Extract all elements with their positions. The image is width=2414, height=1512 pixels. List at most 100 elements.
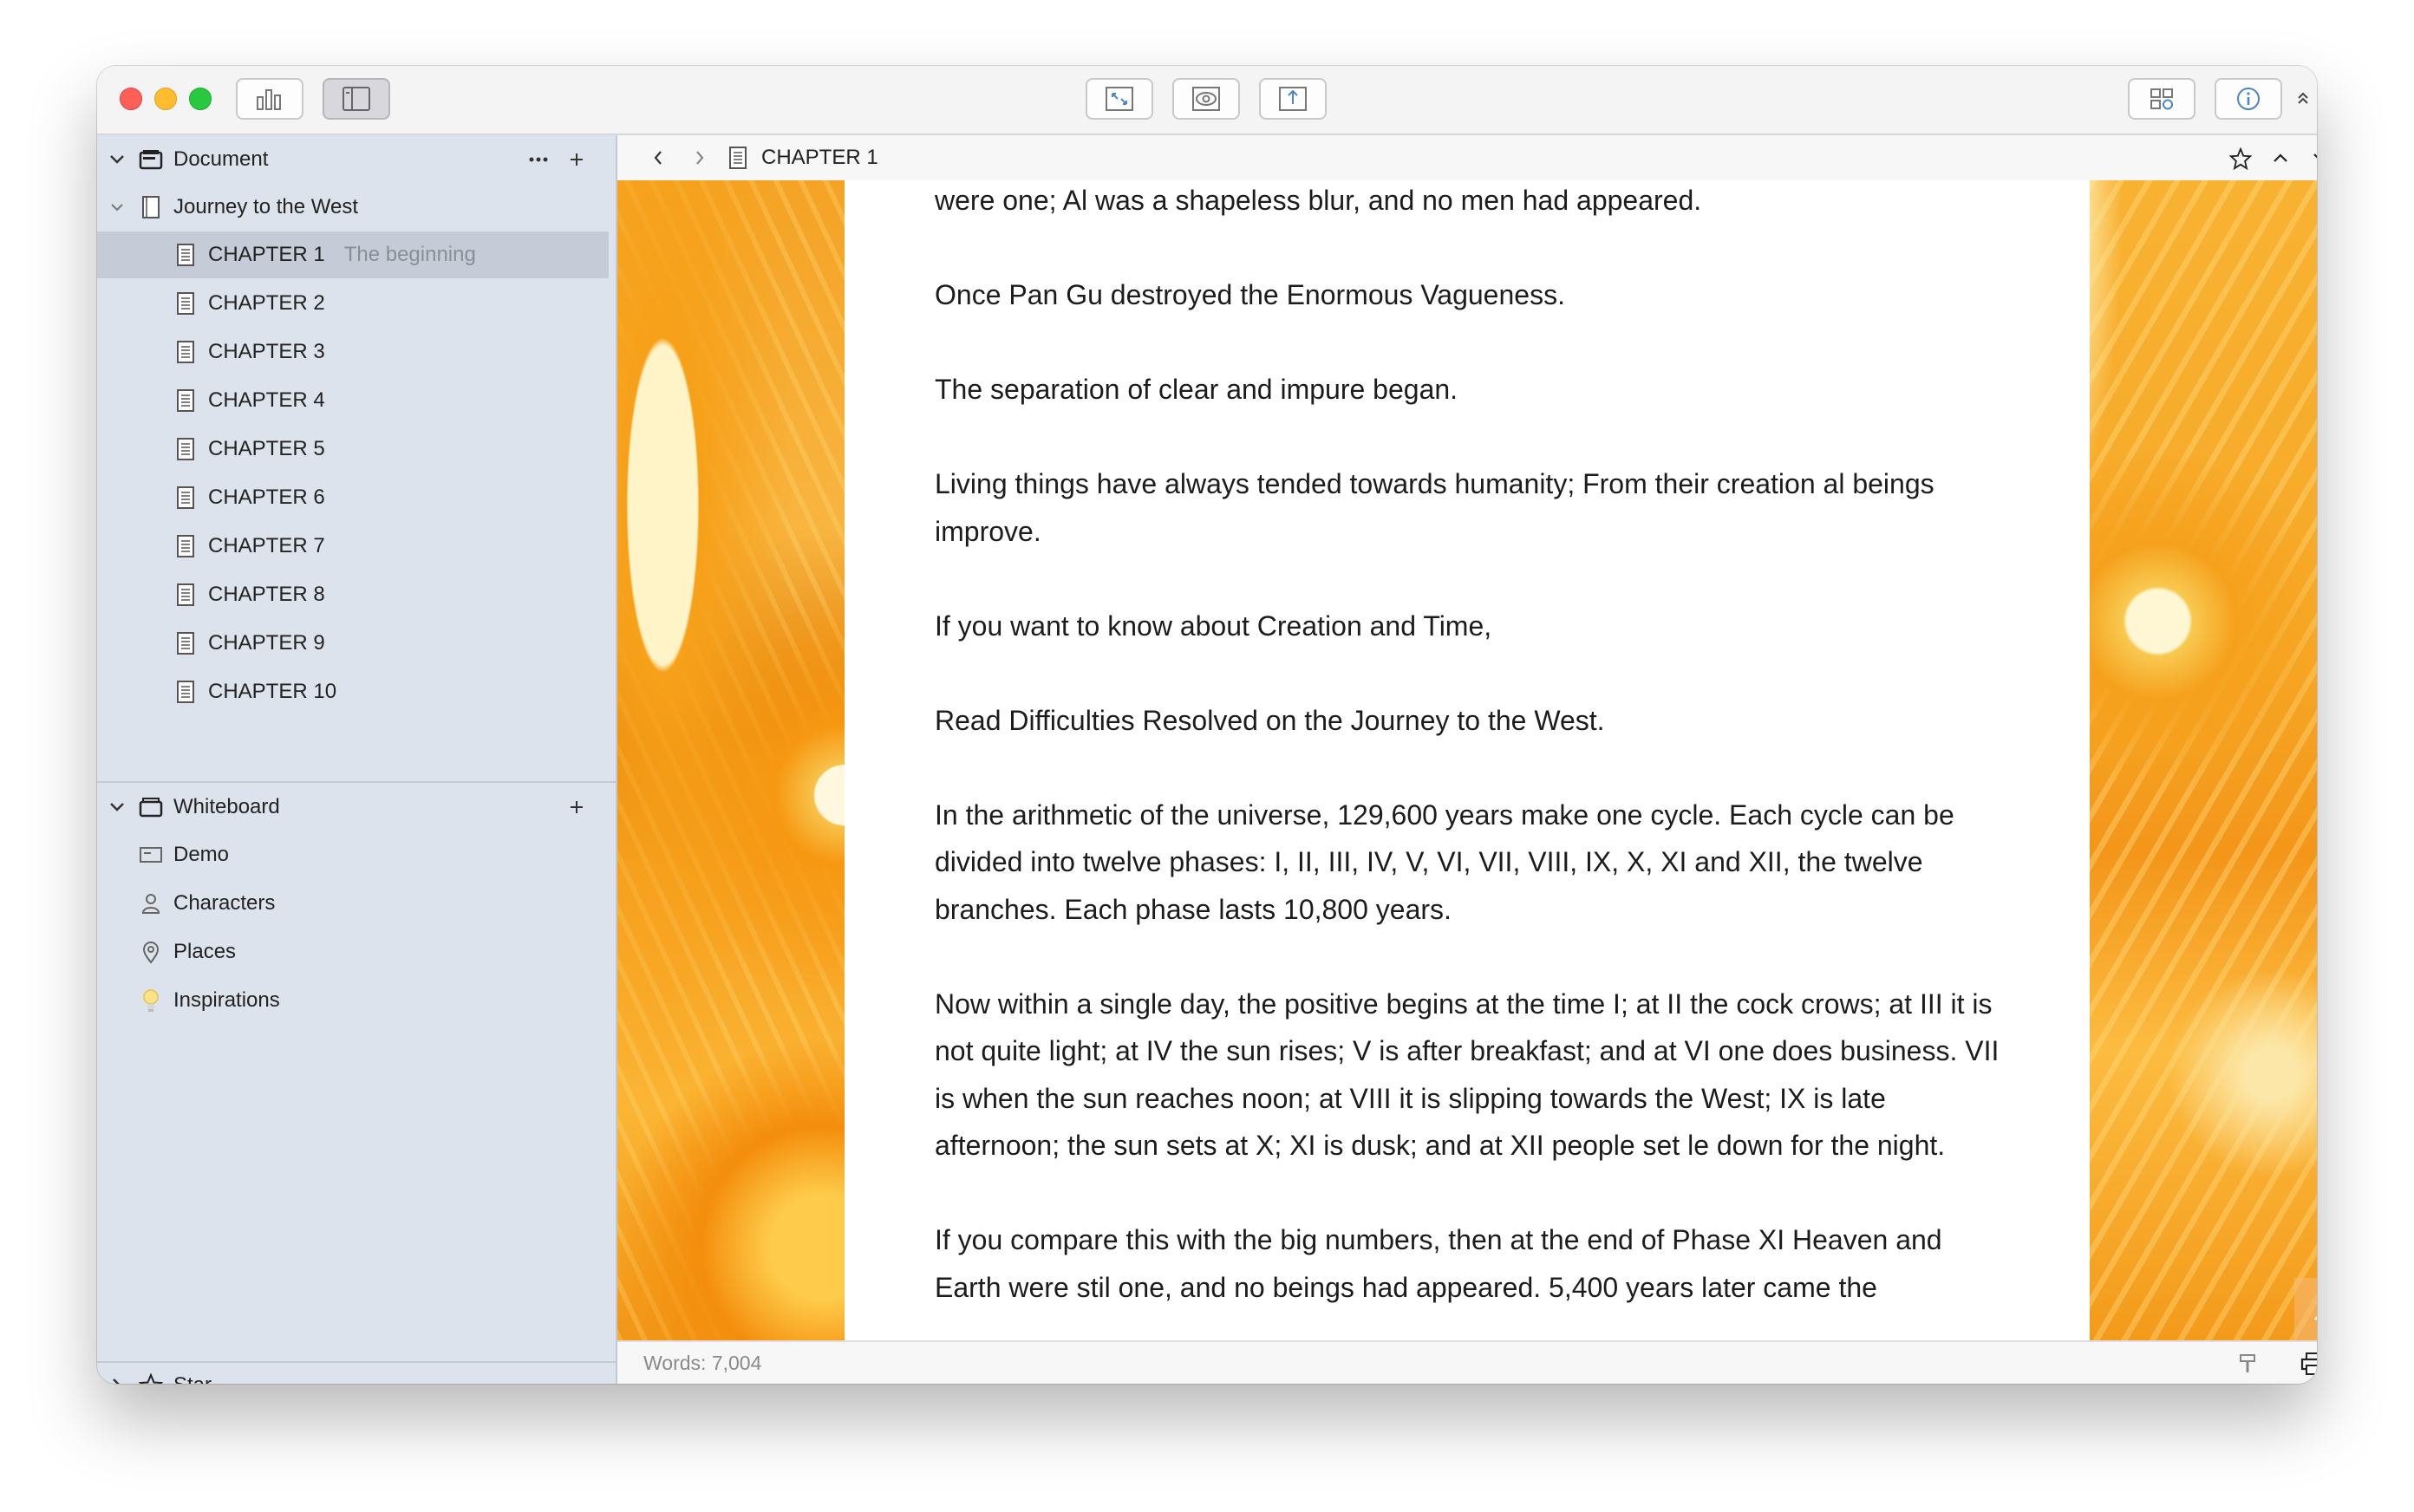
paragraph[interactable]: The separation of clear and impure began… <box>935 366 2001 414</box>
divider <box>97 781 616 783</box>
divider <box>97 1361 616 1363</box>
sidebar-item-characters[interactable]: Characters <box>97 880 609 927</box>
chapter-label: CHAPTER 2 <box>208 291 325 315</box>
grid-icon <box>2150 88 2173 110</box>
add-document-icon[interactable] <box>565 148 588 171</box>
star-icon[interactable] <box>2228 147 2253 171</box>
collapse-toolbar-icon[interactable] <box>2294 88 2312 109</box>
info-icon <box>2237 88 2260 110</box>
background-image <box>617 180 845 1340</box>
preview-button[interactable] <box>1172 78 1240 120</box>
sidebar-item-inspirations[interactable]: Inspirations <box>97 977 609 1024</box>
sidebar-item-chapter[interactable]: CHAPTER 9 <box>97 620 609 667</box>
sidebar-section-label: Document <box>173 147 269 171</box>
chevron-down-icon[interactable] <box>106 196 128 218</box>
layout-grid-button[interactable] <box>2128 78 2195 120</box>
sidebar-item-chapter[interactable]: CHAPTER 3 <box>97 329 609 375</box>
sidebar-icon <box>343 87 370 111</box>
paragraph[interactable]: If you want to know about Creation and T… <box>935 603 2001 650</box>
card-icon <box>139 842 163 868</box>
chapter-subtitle: The beginning <box>343 243 476 266</box>
chapter-label: CHAPTER 10 <box>208 680 337 703</box>
chevron-down-icon[interactable] <box>106 796 128 818</box>
document-text[interactable]: were one; Al was a shapeless blur, and n… <box>935 180 2001 1340</box>
sidebar-section-star[interactable]: Star <box>97 1364 609 1384</box>
printer-icon[interactable] <box>2300 1351 2317 1377</box>
sidebar: Document Journey to the West CHAPTER 1 Th… <box>97 135 617 1384</box>
share-button[interactable] <box>1259 78 1327 120</box>
sidebar-item-chapter[interactable]: CHAPTER 7 <box>97 523 609 570</box>
chapter-label: CHAPTER 9 <box>208 631 325 655</box>
sidebar-item-chapter[interactable]: CHAPTER 4 <box>97 377 609 424</box>
location-pin-icon <box>139 939 163 965</box>
document-icon <box>173 388 198 414</box>
focus-mode-button[interactable] <box>1086 78 1153 120</box>
breadcrumb[interactable]: CHAPTER 1 <box>761 146 878 170</box>
sidebar-section-label: Whiteboard <box>173 795 280 818</box>
word-count: Words: 7,004 <box>643 1352 762 1374</box>
paragraph[interactable]: were one; Al was a shapeless blur, and n… <box>935 180 2001 225</box>
whiteboard-item-label: Places <box>173 940 237 963</box>
whiteboard-item-label: Inspirations <box>173 988 280 1012</box>
paragraph[interactable]: In the arithmetic of the universe, 129,6… <box>935 792 2001 934</box>
paragraph[interactable]: Now within a single day, the positive be… <box>935 981 2001 1170</box>
sidebar-item-chapter[interactable]: CHAPTER 6 <box>97 474 609 521</box>
whiteboard-item-label: Demo <box>173 843 230 866</box>
sidebar-item-project[interactable]: Journey to the West <box>97 184 609 231</box>
sidebar-item-chapter[interactable]: CHAPTER 2 <box>97 280 609 327</box>
chevron-up-icon[interactable] <box>2270 147 2291 168</box>
sidebar-item-places[interactable]: Places <box>97 929 609 975</box>
add-whiteboard-icon[interactable] <box>565 796 588 818</box>
chapter-label: CHAPTER 8 <box>208 583 325 606</box>
background-image <box>2090 180 2317 1340</box>
document-icon <box>173 242 198 268</box>
document-box-icon <box>139 147 163 173</box>
paragraph[interactable]: If you compare this with the big numbers… <box>935 1216 2001 1311</box>
sidebar-item-chapter[interactable]: CHAPTER 5 <box>97 426 609 472</box>
sidebar-section-whiteboard[interactable]: Whiteboard <box>97 784 609 831</box>
close-window-button[interactable] <box>120 88 142 110</box>
chapter-label: CHAPTER 3 <box>208 340 325 363</box>
sidebar-item-chapter[interactable]: CHAPTER 8 <box>97 571 609 618</box>
chevron-down-icon[interactable] <box>106 148 128 171</box>
zoom-window-button[interactable] <box>189 88 212 110</box>
more-options-icon[interactable] <box>527 148 550 171</box>
toggle-sidebar-button[interactable] <box>323 78 390 120</box>
forward-arrow-icon[interactable] <box>690 147 709 168</box>
back-arrow-icon[interactable] <box>649 147 668 168</box>
paragraph[interactable]: Living things have always tended towards… <box>935 460 2001 555</box>
chapter-label: CHAPTER 4 <box>208 388 325 412</box>
sidebar-item-chapter[interactable]: CHAPTER 1 The beginning <box>97 231 609 278</box>
chevron-right-icon[interactable] <box>106 1374 128 1384</box>
lightbulb-icon <box>139 987 163 1013</box>
whiteboard-item-label: Characters <box>173 891 276 915</box>
project-label: Journey to the West <box>173 195 358 218</box>
whiteboard-icon <box>139 794 163 820</box>
paragraph[interactable]: Read Difficulties Resolved on the Journe… <box>935 697 2001 745</box>
info-button[interactable] <box>2215 78 2282 120</box>
document-icon <box>173 533 198 559</box>
editor-nav-bar: CHAPTER 1 <box>617 135 2317 182</box>
chapter-label: CHAPTER 6 <box>208 486 325 509</box>
editor-area: were one; Al was a shapeless blur, and n… <box>617 180 2317 1340</box>
document-icon <box>173 582 198 608</box>
sidebar-section-label: Star <box>173 1373 212 1384</box>
scroll-to-top-button[interactable] <box>2294 1278 2317 1340</box>
paragraph[interactable]: Once Pan Gu destroyed the Enormous Vague… <box>935 271 2001 319</box>
sidebar-item-demo[interactable]: Demo <box>97 831 609 878</box>
star-icon <box>139 1372 163 1384</box>
chapter-label: CHAPTER 1 <box>208 243 325 266</box>
chapter-label: CHAPTER 7 <box>208 534 325 557</box>
notebook-icon <box>139 194 163 220</box>
document-icon <box>173 630 198 656</box>
statistics-button[interactable] <box>236 78 303 120</box>
editor-page[interactable]: were one; Al was a shapeless blur, and n… <box>845 180 2090 1340</box>
share-icon <box>1279 87 1307 111</box>
minimize-window-button[interactable] <box>154 88 177 110</box>
bar-chart-icon <box>257 89 281 110</box>
chevron-down-icon[interactable] <box>2310 147 2317 168</box>
format-brush-icon[interactable] <box>2237 1352 2258 1375</box>
sidebar-item-chapter[interactable]: CHAPTER 10 <box>97 668 609 715</box>
sidebar-section-document[interactable]: Document <box>97 136 609 183</box>
document-icon <box>173 679 198 705</box>
